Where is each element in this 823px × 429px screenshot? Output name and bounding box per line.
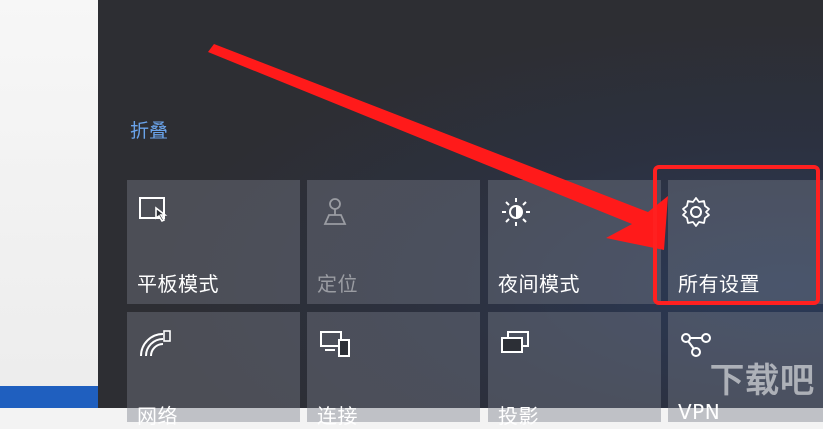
tile-label: 定位 — [317, 272, 358, 296]
tile-label: 网络 — [137, 404, 178, 428]
network-icon — [140, 330, 171, 357]
tile-label: 连接 — [317, 404, 358, 428]
tile-connect[interactable]: 连接 — [307, 312, 480, 428]
connect-icon — [320, 331, 350, 357]
tile-location[interactable]: 定位 — [307, 180, 480, 304]
tile-night-light[interactable]: 夜间模式 — [488, 180, 661, 304]
tile-tablet-mode[interactable]: 平板模式 — [127, 180, 300, 304]
tile-network[interactable]: 网络 — [127, 312, 300, 428]
night-light-icon — [502, 198, 530, 226]
tile-label: 平板模式 — [137, 272, 219, 296]
desktop-background — [0, 0, 98, 408]
tile-label: VPN — [678, 400, 721, 424]
tile-all-settings[interactable]: 所有设置 — [668, 180, 823, 304]
tablet-mode-icon — [139, 197, 168, 223]
vpn-icon — [681, 333, 711, 357]
taskbar-edge — [0, 386, 98, 408]
collapse-link[interactable]: 折叠 — [130, 116, 168, 143]
tile-project[interactable]: 投影 — [488, 312, 661, 428]
tile-label: 所有设置 — [678, 272, 760, 296]
location-icon — [323, 198, 347, 225]
settings-gear-icon — [682, 197, 710, 227]
watermark: 下载吧 — [710, 361, 815, 401]
project-icon — [501, 331, 529, 353]
tile-label: 夜间模式 — [498, 272, 580, 296]
tile-label: 投影 — [498, 404, 539, 428]
